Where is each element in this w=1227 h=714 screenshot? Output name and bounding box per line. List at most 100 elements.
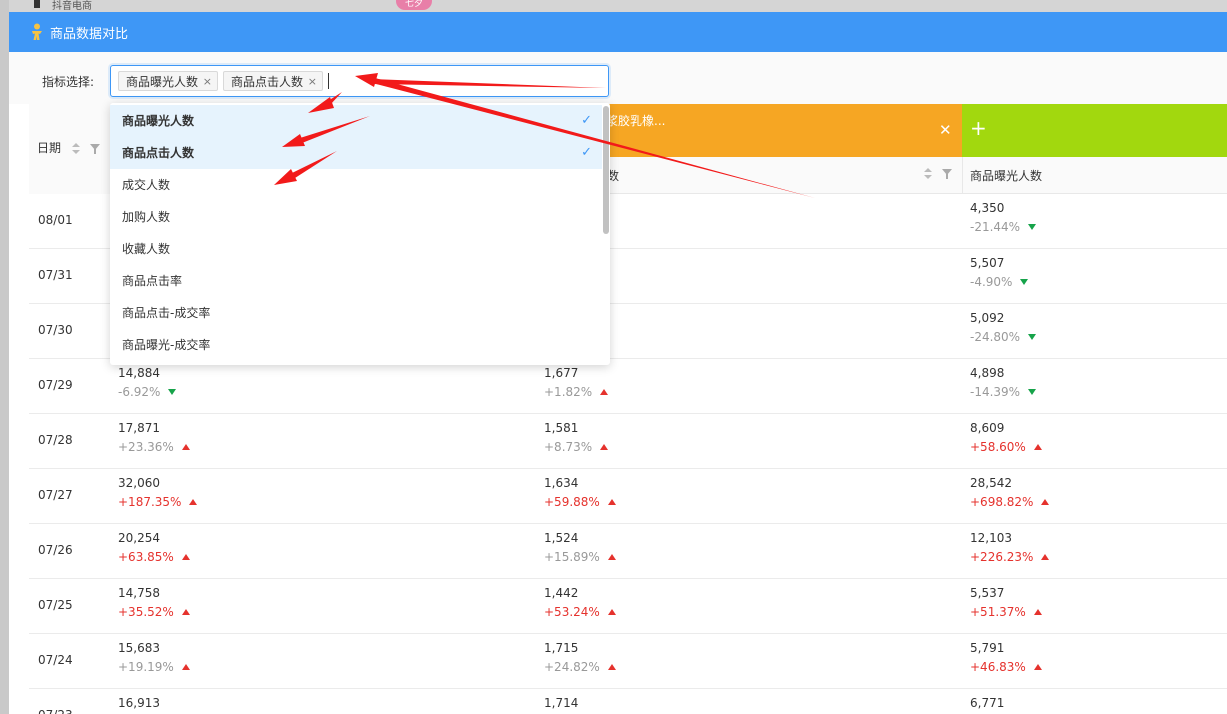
trend-up-icon	[607, 499, 616, 505]
change-percent: +59.88%	[544, 495, 600, 509]
cell-change: -24.80%	[970, 330, 1037, 344]
dropdown-option-favorite-users[interactable]: 收藏人数	[110, 233, 602, 265]
cell-value: 1,677	[544, 366, 579, 380]
trend-up-icon	[181, 609, 190, 615]
tag-remove-icon[interactable]: ×	[308, 72, 317, 92]
cell-change: -6.92%	[118, 385, 177, 399]
cell-change: +698.82%	[970, 495, 1050, 509]
change-percent: +24.82%	[544, 660, 600, 674]
cell-change: +59.88%	[544, 495, 616, 509]
trend-up-icon	[181, 554, 190, 560]
option-label: 商品曝光人数	[122, 114, 195, 128]
trend-up-icon	[1041, 499, 1050, 505]
cell-value: 6,771	[970, 696, 1005, 710]
tag-remove-icon[interactable]: ×	[203, 72, 212, 92]
modal-title: 商品数据对比	[50, 27, 129, 42]
date-column-header: 日期	[37, 141, 62, 155]
cell-value: 8,609	[970, 421, 1005, 435]
trend-up-icon	[1033, 444, 1042, 450]
table-row: 07/26 20,254 +63.85% 1,524 +15.89% 12,103 +226…	[29, 524, 1227, 579]
cell-value: 15,683	[118, 641, 160, 655]
option-label: 收藏人数	[122, 242, 171, 256]
filter-funnel-icon[interactable]	[90, 144, 100, 154]
cell-value: 1,524	[544, 531, 579, 545]
product-name: 浆胶乳橡...	[606, 114, 666, 128]
change-percent: -4.90%	[970, 275, 1013, 289]
cell-value: 28,542	[970, 476, 1012, 490]
filter-bar: 指标选择: 商品曝光人数 × 商品点击人数 ×	[9, 52, 1227, 104]
metric-subheader	[542, 157, 1227, 194]
dropdown-scrollbar[interactable]	[603, 106, 609, 234]
cell-value: 12,103	[970, 531, 1012, 545]
dropdown-option-cart-users[interactable]: 加购人数	[110, 201, 602, 233]
sort-asc-icon[interactable]	[72, 143, 80, 147]
trend-down-icon	[1028, 389, 1037, 395]
dropdown-option-click-deal-rate[interactable]: 商品点击-成交率	[110, 297, 602, 329]
row-date: 07/25	[38, 598, 73, 612]
trend-down-icon	[1028, 334, 1037, 340]
option-label: 商品曝光-成交率	[122, 338, 211, 352]
table-row: 07/29 14,884 -6.92% 1,677 +1.82% 4,898 -14.39%	[29, 359, 1227, 414]
row-date: 07/23	[38, 708, 73, 714]
cell-change: -14.39%	[970, 385, 1037, 399]
cell-value: 5,537	[970, 586, 1005, 600]
trend-up-icon	[607, 664, 616, 670]
sort-desc-icon[interactable]	[72, 150, 80, 154]
cell-change: +23.36%	[118, 440, 190, 454]
table-row: 07/25 14,758 +35.52% 1,442 +53.24% 5,537 +51.3…	[29, 579, 1227, 634]
row-date: 07/28	[38, 433, 73, 447]
table-row: 07/24 15,683 +19.19% 1,715 +24.82% 5,791 +46.8…	[29, 634, 1227, 689]
cell-value: 1,634	[544, 476, 579, 490]
plus-icon[interactable]: +	[970, 118, 987, 138]
change-percent: +226.23%	[970, 550, 1034, 564]
sort-asc-icon[interactable]	[924, 168, 932, 172]
option-label: 商品点击人数	[122, 146, 195, 160]
option-label: 加购人数	[122, 210, 171, 224]
dropdown-option-exposure-deal-rate[interactable]: 商品曝光-成交率	[110, 329, 602, 361]
cell-change: +53.24%	[544, 605, 616, 619]
metric-subheader-label: 商品曝光人数	[970, 169, 1043, 183]
cell-value: 1,581	[544, 421, 579, 435]
table-row: 07/28 17,871 +23.36% 1,581 +8.73% 8,609 +58.60…	[29, 414, 1227, 469]
trend-down-icon	[168, 389, 177, 395]
cell-value: 16,913	[118, 696, 160, 710]
table-row: 07/27 32,060 +187.35% 1,634 +59.88% 28,542 +69…	[29, 469, 1227, 524]
row-date: 07/24	[38, 653, 73, 667]
sort-desc-icon[interactable]	[924, 175, 932, 179]
cell-value: 14,758	[118, 586, 160, 600]
background-left-edge	[0, 0, 9, 714]
row-date: 07/27	[38, 488, 73, 502]
cell-change: -21.44%	[970, 220, 1037, 234]
change-percent: +15.89%	[544, 550, 600, 564]
cell-change: +63.85%	[118, 550, 190, 564]
close-icon[interactable]: ✕	[939, 121, 952, 139]
dropdown-option-click-rate[interactable]: 商品点击率	[110, 265, 602, 297]
metric-multi-select[interactable]: 商品曝光人数 × 商品点击人数 ×	[110, 65, 609, 97]
filter-funnel-icon[interactable]	[942, 169, 952, 179]
trend-up-icon	[607, 554, 616, 560]
modal-header: 商品数据对比	[9, 12, 1227, 52]
cell-value: 20,254	[118, 531, 160, 545]
change-percent: +19.19%	[118, 660, 174, 674]
cell-value: 1,714	[544, 696, 579, 710]
change-percent: -6.92%	[118, 385, 161, 399]
row-date: 07/29	[38, 378, 73, 392]
metric-tag-label: 商品曝光人数	[126, 75, 199, 89]
cell-change: +24.82%	[544, 660, 616, 674]
cell-value: 5,507	[970, 256, 1005, 270]
trend-up-icon	[1041, 554, 1050, 560]
cell-change: +58.60%	[970, 440, 1042, 454]
change-percent: +58.60%	[970, 440, 1026, 454]
trend-down-icon	[1028, 224, 1037, 230]
change-percent: +51.37%	[970, 605, 1026, 619]
dropdown-option-deal-users[interactable]: 成交人数	[110, 169, 602, 201]
background-badge: 七夕	[396, 0, 432, 10]
add-product-column[interactable]	[962, 104, 1227, 157]
dropdown-option-exposure-users[interactable]: 商品曝光人数 ✓	[110, 105, 602, 137]
cell-value: 4,350	[970, 201, 1005, 215]
dropdown-option-click-users[interactable]: 商品点击人数 ✓	[110, 137, 602, 169]
cell-change: +51.37%	[970, 605, 1042, 619]
trend-up-icon	[600, 444, 609, 450]
trend-up-icon	[600, 389, 609, 395]
table-row: 07/23 16,913 1,714 6,771	[29, 689, 1227, 714]
